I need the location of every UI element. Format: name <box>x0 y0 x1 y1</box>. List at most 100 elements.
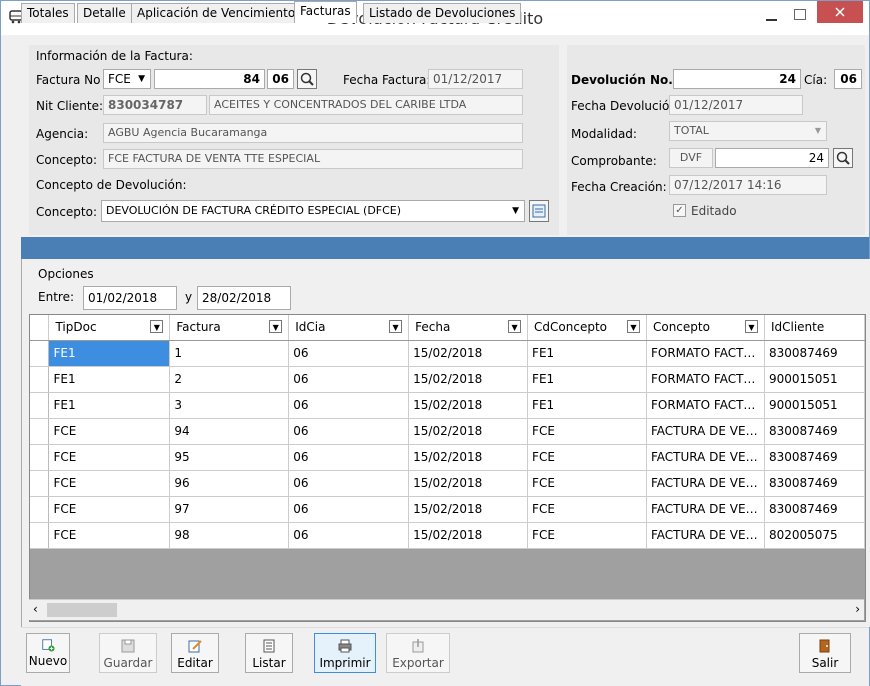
table-cell-concepto[interactable]: FACTURA DE VE… <box>646 444 765 471</box>
tab-listado-devoluciones[interactable]: Listado de Devoluciones <box>363 3 522 23</box>
table-cell-idcliente[interactable]: 830087469 <box>764 470 865 497</box>
listar-button[interactable]: Listar <box>245 633 293 673</box>
table-cell-factura[interactable]: 96 <box>169 470 290 497</box>
table-cell-fecha[interactable]: 15/02/2018 <box>408 366 529 393</box>
table-cell-fecha[interactable]: 15/02/2018 <box>408 470 529 497</box>
factura-cia-field[interactable]: 06 <box>267 69 294 89</box>
table-row[interactable]: FCE 96 06 15/02/2018 FCE FACTURA DE VE… 830087… <box>30 470 865 497</box>
table-cell-factura[interactable]: 3 <box>169 392 290 419</box>
tab-totales[interactable]: Totales <box>21 3 75 23</box>
chevron-down-icon[interactable]: ▼ <box>744 320 758 333</box>
table-cell-concepto[interactable]: FACTURA DE VE… <box>646 522 765 549</box>
editar-button[interactable]: Editar <box>171 633 219 673</box>
column-header-concepto[interactable]: Concepto ▼ <box>646 315 765 341</box>
fecha-desde-field[interactable]: 01/02/2018 <box>83 286 177 310</box>
chevron-left-icon[interactable]: ‹ <box>33 602 38 616</box>
exportar-button[interactable]: Exportar <box>386 633 450 673</box>
table-cell-fecha[interactable]: 15/02/2018 <box>408 340 529 367</box>
table-cell-fecha[interactable]: 15/02/2018 <box>408 522 529 549</box>
table-cell-concepto[interactable]: FORMATO FACT… <box>646 366 765 393</box>
table-cell-concepto[interactable]: FORMATO FACT… <box>646 340 765 367</box>
search-factura-button[interactable] <box>297 69 317 89</box>
table-cell-factura[interactable]: 94 <box>169 418 290 445</box>
concepto-dev-detail-button[interactable] <box>529 200 549 222</box>
table-cell-cdconcepto[interactable]: FE1 <box>527 340 647 367</box>
table-cell-idcia[interactable]: 06 <box>288 340 410 367</box>
table-row[interactable]: FE1 2 06 15/02/2018 FE1 FORMATO FACT… 90001505… <box>30 366 865 393</box>
table-row[interactable]: FCE 97 06 15/02/2018 FCE FACTURA DE VE… 830087… <box>30 496 865 523</box>
table-row[interactable]: FCE 98 06 15/02/2018 FCE FACTURA DE VE… 802005… <box>30 522 865 549</box>
close-button[interactable] <box>817 1 863 23</box>
table-cell-fecha[interactable]: 15/02/2018 <box>408 496 529 523</box>
table-cell-tipdoc[interactable]: FCE <box>48 444 171 471</box>
table-cell-idcliente[interactable]: 830087469 <box>764 340 865 367</box>
column-header-idcia[interactable]: IdCia ▼ <box>288 315 410 341</box>
row-header[interactable] <box>30 470 50 497</box>
table-cell-tipdoc[interactable]: FCE <box>48 522 171 549</box>
table-cell-tipdoc[interactable]: FCE <box>48 470 171 497</box>
row-header[interactable] <box>30 418 50 445</box>
table-cell-factura[interactable]: 1 <box>169 340 290 367</box>
table-cell-idcia[interactable]: 06 <box>288 522 410 549</box>
chevron-down-icon[interactable]: ▼ <box>150 320 164 333</box>
table-cell-concepto[interactable]: FACTURA DE VE… <box>646 496 765 523</box>
table-cell-tipdoc[interactable]: FCE <box>48 418 171 445</box>
table-cell-fecha[interactable]: 15/02/2018 <box>408 418 529 445</box>
maximize-button[interactable] <box>787 5 813 25</box>
chevron-down-icon[interactable]: ▼ <box>626 320 640 333</box>
column-header-cdconcepto[interactable]: CdConcepto ▼ <box>527 315 647 341</box>
table-cell-tipdoc[interactable]: FE1 <box>48 366 171 393</box>
chevron-down-icon[interactable]: ▼ <box>269 320 283 333</box>
table-cell-idcliente[interactable]: 830087469 <box>764 418 865 445</box>
cia-field[interactable]: 06 <box>834 69 862 89</box>
table-row[interactable]: FCE 94 06 15/02/2018 FCE FACTURA DE VE… 830087… <box>30 418 865 445</box>
table-cell-concepto[interactable]: FORMATO FACT… <box>646 392 765 419</box>
factura-number-field[interactable]: 84 <box>154 69 265 89</box>
table-cell-cdconcepto[interactable]: FCE <box>527 470 647 497</box>
row-header[interactable] <box>30 496 50 523</box>
column-header-idcliente[interactable]: IdCliente <box>764 315 865 341</box>
nuevo-button[interactable]: Nuevo <box>26 633 70 673</box>
salir-button[interactable]: Salir <box>799 633 851 673</box>
table-cell-tipdoc[interactable]: FE1 <box>48 340 171 367</box>
fecha-hasta-field[interactable]: 28/02/2018 <box>197 286 291 310</box>
table-row[interactable]: FE1 3 06 15/02/2018 FE1 FORMATO FACT… 90001505… <box>30 392 865 419</box>
table-cell-fecha[interactable]: 15/02/2018 <box>408 444 529 471</box>
minimize-button[interactable] <box>759 7 785 27</box>
guardar-button[interactable]: Guardar <box>99 633 157 673</box>
tab-detalle[interactable]: Detalle <box>77 3 132 23</box>
chevron-down-icon[interactable]: ▼ <box>508 320 522 333</box>
table-cell-fecha[interactable]: 15/02/2018 <box>408 392 529 419</box>
column-header-factura[interactable]: Factura ▼ <box>169 315 290 341</box>
column-header-tipdoc[interactable]: TipDoc ▼ <box>48 315 171 341</box>
column-header-fecha[interactable]: Fecha ▼ <box>408 315 529 341</box>
search-comprobante-button[interactable] <box>833 148 853 168</box>
table-cell-idcliente[interactable]: 802005075 <box>764 522 865 549</box>
table-cell-idcliente[interactable]: 900015051 <box>764 392 865 419</box>
table-cell-cdconcepto[interactable]: FCE <box>527 522 647 549</box>
table-cell-idcliente[interactable]: 830087469 <box>764 444 865 471</box>
table-cell-factura[interactable]: 97 <box>169 496 290 523</box>
horizontal-scrollbar[interactable]: ‹ › <box>29 599 864 620</box>
table-row[interactable]: FE1 1 06 15/02/2018 FE1 FORMATO FACT… 83008746… <box>30 340 865 367</box>
chevron-right-icon[interactable]: › <box>855 602 860 616</box>
table-cell-cdconcepto[interactable]: FCE <box>527 496 647 523</box>
table-cell-factura[interactable]: 98 <box>169 522 290 549</box>
row-header[interactable] <box>30 444 50 471</box>
table-cell-idcia[interactable]: 06 <box>288 444 410 471</box>
table-cell-concepto[interactable]: FACTURA DE VE… <box>646 418 765 445</box>
row-header[interactable] <box>30 392 50 419</box>
table-cell-cdconcepto[interactable]: FE1 <box>527 392 647 419</box>
table-cell-idcia[interactable]: 06 <box>288 496 410 523</box>
concepto-dev-select[interactable]: DEVOLUCIÓN DE FACTURA CRÉDITO ESPECIAL (… <box>101 200 525 222</box>
doc-type-select[interactable]: FCE ▼ <box>103 69 151 89</box>
table-cell-concepto[interactable]: FACTURA DE VE… <box>646 470 765 497</box>
table-cell-idcia[interactable]: 06 <box>288 366 410 393</box>
row-header[interactable] <box>30 340 50 367</box>
table-cell-factura[interactable]: 2 <box>169 366 290 393</box>
table-cell-cdconcepto[interactable]: FCE <box>527 444 647 471</box>
table-cell-tipdoc[interactable]: FE1 <box>48 392 171 419</box>
comprobante-num-field[interactable]: 24 <box>715 148 829 168</box>
tab-facturas[interactable]: Facturas <box>294 1 357 23</box>
devolucion-no-field[interactable]: 24 <box>673 69 801 89</box>
